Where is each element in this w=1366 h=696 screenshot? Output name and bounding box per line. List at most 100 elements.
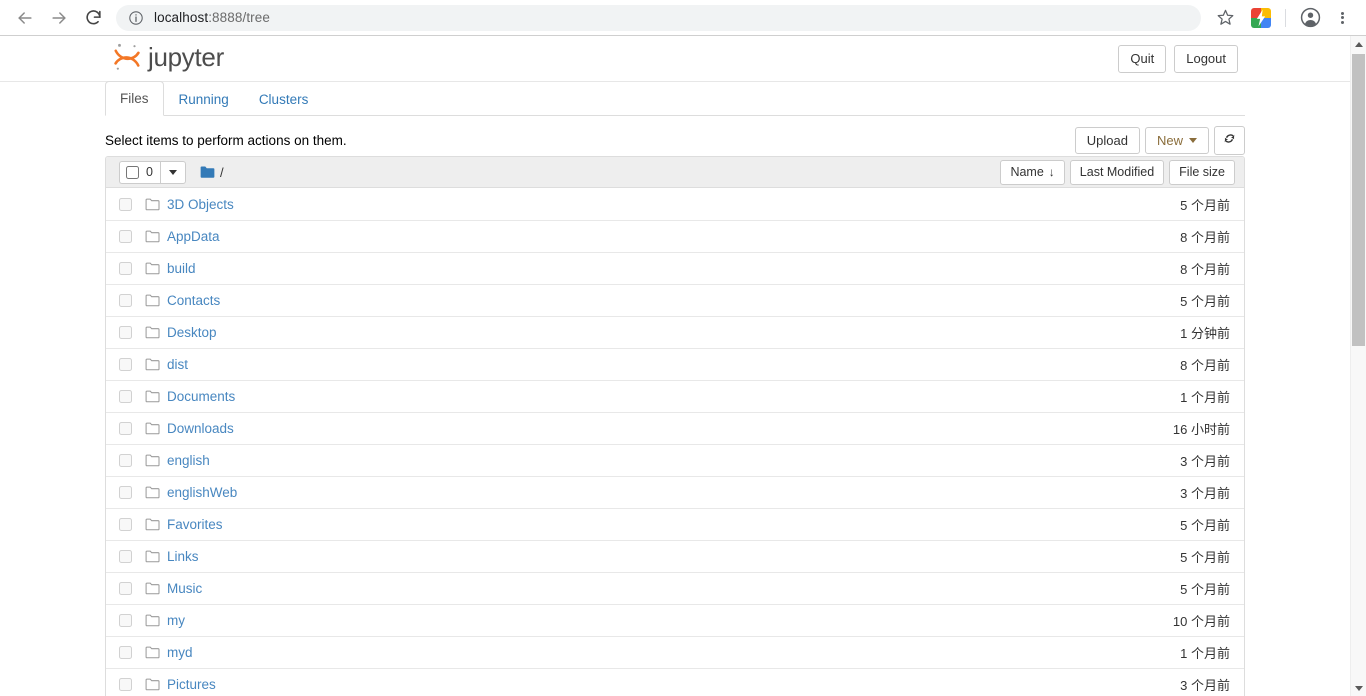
select-all-checkbox-wrap[interactable]: 0 (119, 160, 160, 184)
sort-by-filesize-button[interactable]: File size (1169, 159, 1235, 185)
tab-clusters[interactable]: Clusters (244, 82, 324, 116)
file-name-link[interactable]: Contacts (167, 293, 1040, 308)
row-checkbox[interactable] (119, 486, 132, 499)
logout-button[interactable]: Logout (1174, 45, 1238, 73)
file-name-link[interactable]: Documents (167, 389, 1040, 404)
forward-arrow-icon[interactable] (42, 1, 76, 35)
scrollbar-thumb[interactable] (1352, 54, 1365, 346)
sort-by-name-button[interactable]: Name ↓ (1000, 159, 1065, 185)
refresh-icon (1223, 132, 1236, 149)
file-name-link[interactable]: Links (167, 549, 1040, 564)
folder-icon (145, 678, 167, 691)
url-bar[interactable]: localhost:8888/tree (116, 4, 1201, 31)
file-name-link[interactable]: Desktop (167, 325, 1040, 340)
row-checkbox-wrap[interactable] (119, 326, 145, 339)
three-dot-menu-icon[interactable] (1326, 2, 1358, 34)
row-checkbox[interactable] (119, 326, 132, 339)
scrollbar-up-button[interactable] (1351, 36, 1366, 52)
table-row[interactable]: 3D Objects 5 个月前 (106, 188, 1244, 220)
star-icon[interactable] (1209, 2, 1241, 34)
table-row[interactable]: build 8 个月前 (106, 252, 1244, 284)
file-name-link[interactable]: my (167, 613, 1040, 628)
sort-by-modified-button[interactable]: Last Modified (1069, 159, 1165, 185)
row-checkbox[interactable] (119, 646, 132, 659)
row-checkbox[interactable] (119, 678, 132, 691)
sort-name-label: Name (1010, 164, 1044, 179)
row-checkbox-wrap[interactable] (119, 358, 145, 371)
row-checkbox-wrap[interactable] (119, 550, 145, 563)
reload-icon[interactable] (76, 1, 110, 35)
table-row[interactable]: dist 8 个月前 (106, 348, 1244, 380)
row-checkbox[interactable] (119, 230, 132, 243)
page-scrollbar[interactable] (1350, 36, 1366, 696)
row-checkbox-wrap[interactable] (119, 518, 145, 531)
row-checkbox[interactable] (119, 358, 132, 371)
row-checkbox-wrap[interactable] (119, 454, 145, 467)
row-checkbox[interactable] (119, 422, 132, 435)
row-checkbox[interactable] (119, 262, 132, 275)
tab-running[interactable]: Running (164, 82, 244, 116)
file-name-link[interactable]: Downloads (167, 421, 1040, 436)
table-row[interactable]: Pictures 3 个月前 (106, 668, 1244, 696)
row-checkbox-wrap[interactable] (119, 614, 145, 627)
folder-icon (145, 326, 167, 339)
row-checkbox[interactable] (119, 614, 132, 627)
table-row[interactable]: Contacts 5 个月前 (106, 284, 1244, 316)
refresh-button[interactable] (1214, 126, 1245, 155)
row-checkbox-wrap[interactable] (119, 422, 145, 435)
table-row[interactable]: englishWeb 3 个月前 (106, 476, 1244, 508)
table-row[interactable]: myd 1 个月前 (106, 636, 1244, 668)
file-name-link[interactable]: englishWeb (167, 485, 1040, 500)
table-row[interactable]: english 3 个月前 (106, 444, 1244, 476)
file-name-link[interactable]: Pictures (167, 677, 1040, 692)
row-checkbox[interactable] (119, 454, 132, 467)
table-row[interactable]: Desktop 1 分钟前 (106, 316, 1244, 348)
row-checkbox[interactable] (119, 550, 132, 563)
file-name-link[interactable]: dist (167, 357, 1040, 372)
select-options-dropdown[interactable] (159, 160, 186, 184)
row-checkbox-wrap[interactable] (119, 582, 145, 595)
table-row[interactable]: Documents 1 个月前 (106, 380, 1244, 412)
file-name-link[interactable]: build (167, 261, 1040, 276)
row-checkbox[interactable] (119, 582, 132, 595)
table-row[interactable]: Favorites 5 个月前 (106, 508, 1244, 540)
row-checkbox[interactable] (119, 390, 132, 403)
table-row[interactable]: AppData 8 个月前 (106, 220, 1244, 252)
row-checkbox-wrap[interactable] (119, 646, 145, 659)
row-checkbox-wrap[interactable] (119, 678, 145, 691)
file-name-link[interactable]: english (167, 453, 1040, 468)
new-dropdown-button[interactable]: New (1144, 126, 1209, 155)
scrollbar-down-button[interactable] (1351, 680, 1366, 696)
url-text: localhost:8888/tree (154, 10, 270, 25)
quit-button[interactable]: Quit (1118, 45, 1167, 73)
file-name-link[interactable]: Music (167, 581, 1040, 596)
file-name-link[interactable]: Favorites (167, 517, 1040, 532)
info-circle-icon[interactable] (128, 10, 144, 26)
extension-icon[interactable] (1245, 2, 1277, 34)
back-arrow-icon[interactable] (8, 1, 42, 35)
row-checkbox-wrap[interactable] (119, 197, 145, 211)
file-name-link[interactable]: myd (167, 645, 1040, 660)
row-checkbox-wrap[interactable] (119, 390, 145, 403)
row-checkbox[interactable] (119, 294, 132, 307)
table-row[interactable]: my 10 个月前 (106, 604, 1244, 636)
file-name-link[interactable]: AppData (167, 229, 1040, 244)
row-checkbox-wrap[interactable] (119, 486, 145, 499)
table-row[interactable]: Music 5 个月前 (106, 572, 1244, 604)
profile-avatar-icon[interactable] (1294, 2, 1326, 34)
select-all-checkbox[interactable] (126, 165, 139, 179)
row-checkbox[interactable] (119, 197, 132, 211)
row-checkbox[interactable] (119, 518, 132, 531)
select-items-hint: Select items to perform actions on them. (105, 133, 347, 148)
breadcrumb-root[interactable]: / (220, 165, 224, 180)
file-name-link[interactable]: 3D Objects (167, 197, 1040, 212)
upload-button[interactable]: Upload (1074, 126, 1140, 155)
row-checkbox-wrap[interactable] (119, 230, 145, 243)
tab-files[interactable]: Files (105, 81, 164, 116)
table-row[interactable]: Downloads 16 小时前 (106, 412, 1244, 444)
table-row[interactable]: Links 5 个月前 (106, 540, 1244, 572)
row-checkbox-wrap[interactable] (119, 294, 145, 307)
jupyter-logo[interactable]: jupyter (112, 41, 224, 73)
row-checkbox-wrap[interactable] (119, 262, 145, 275)
toolbar-left: 0 / (119, 160, 224, 184)
